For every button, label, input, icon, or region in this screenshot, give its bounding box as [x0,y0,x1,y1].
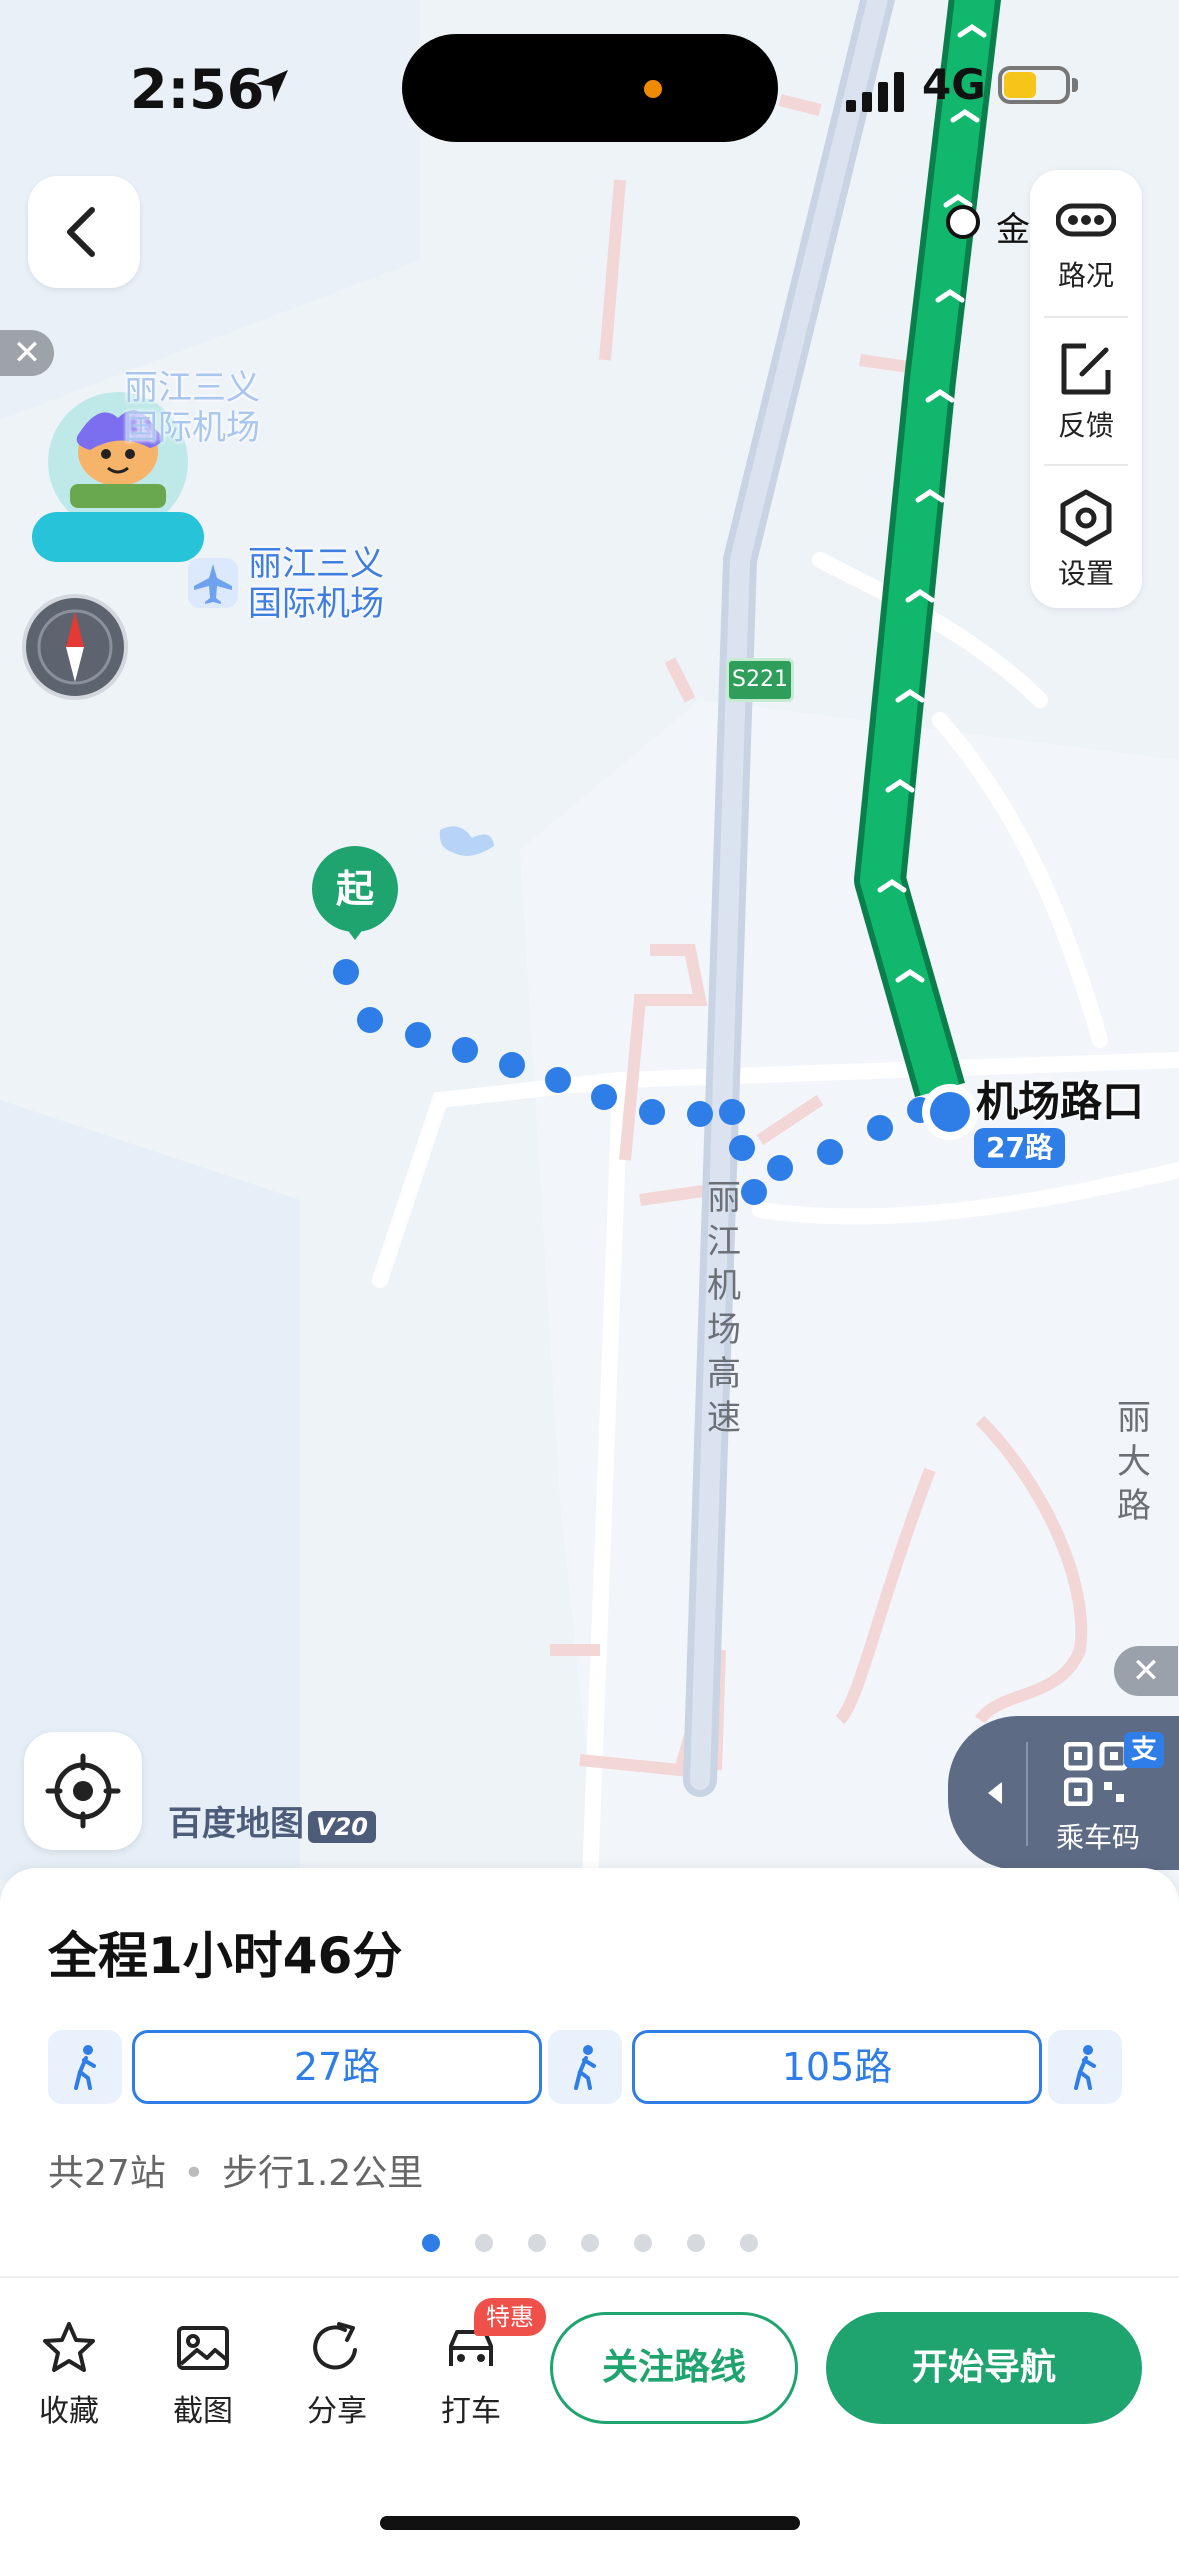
share-button[interactable]: 分享 [282,2310,392,2430]
page-dot[interactable] [475,2234,493,2252]
road-label-lida: 丽大路 [1117,1398,1151,1526]
settings-icon [1060,489,1112,547]
locate-me-button[interactable] [24,1732,142,1850]
ride-code-close-button[interactable]: ✕ [1114,1646,1178,1696]
mascot-close-button[interactable]: ✕ [0,330,54,376]
screenshot-label: 截图 [173,2394,233,2429]
alipay-badge: 支 [1124,1732,1164,1768]
traffic-label: 路况 [1057,259,1114,292]
home-indicator[interactable] [380,2516,800,2530]
page-dot[interactable] [581,2234,599,2252]
walk-icon [1074,2045,1096,2090]
start-navigation-button[interactable]: 开始导航 [826,2312,1142,2424]
traffic-button[interactable]: 路况 [1030,170,1142,310]
network-type: 4G [922,60,986,109]
start-marker[interactable]: 起 [312,846,398,932]
airport-icon [186,556,240,614]
page-dot[interactable] [687,2234,705,2252]
star-icon [43,2322,95,2372]
watermark-version: V20 [308,1811,376,1843]
dynamic-island [402,34,778,142]
favorite-label: 收藏 [39,2394,99,2429]
battery-level [1004,72,1036,98]
bus-segment-105[interactable]: 105路 [632,2030,1042,2104]
walk-distance: 步行1.2公里 [221,2153,424,2194]
status-time: 2:56 [130,58,265,121]
airport-label-faded: 丽江三义 国际机场 [124,368,260,448]
page-dot[interactable] [740,2234,758,2252]
compass-icon [37,609,113,685]
map-tools-panel: 路况 反馈 设置 [1030,170,1142,608]
map-graphics [0,0,1179,1880]
settings-label: 设置 [1057,557,1114,590]
qr-code-icon [1064,1742,1128,1806]
battery-tip [1072,78,1078,92]
route-summary: 共27站 • 步行1.2公里 [48,2153,424,2194]
walk-segment-2[interactable] [548,2030,622,2104]
station-label-jin[interactable]: 金 [996,202,1030,251]
feedback-button[interactable]: 反馈 [1030,320,1142,460]
watermark-text: 百度地图 [168,1804,304,1844]
airport-label[interactable]: 丽江三义 国际机场 [248,544,418,624]
caret-left-icon [988,1782,1002,1804]
screenshot-button[interactable]: 截图 [148,2310,258,2430]
traffic-icon [1056,203,1116,237]
share-label: 分享 [307,2394,367,2429]
page-dot[interactable] [634,2234,652,2252]
feedback-icon [1061,343,1111,395]
stop-name-label[interactable]: 机场路口 [976,1068,1144,1129]
favorite-button[interactable]: 收藏 [14,2310,124,2430]
walk-icon [574,2045,596,2090]
ride-code-button[interactable]: 支 乘车码 [948,1716,1179,1870]
page-dot[interactable] [528,2234,546,2252]
walk-segment-1[interactable] [48,2030,122,2104]
road-shield-s221: S221 [726,658,794,702]
feedback-label: 反馈 [1057,409,1114,442]
map-watermark: 百度地图 V20 [168,1796,376,1845]
walk-segment-3[interactable] [1048,2030,1122,2104]
back-button[interactable] [28,176,140,288]
stops-count: 共27站 [48,2153,166,2194]
image-icon [177,2326,229,2370]
ride-code-label: 乘车码 [1056,1821,1141,1854]
walk-icon [74,2045,96,2090]
stop-route-badge[interactable]: 27路 [974,1128,1065,1168]
follow-route-button[interactable]: 关注路线 [550,2312,798,2424]
settings-button[interactable]: 设置 [1030,468,1142,608]
share-icon [313,2322,357,2370]
route-duration: 全程1小时46分 [48,1927,403,1985]
crosshair-icon [45,1753,121,1829]
taxi-label: 打车 [441,2394,501,2429]
bus-segment-27[interactable]: 27路 [132,2030,542,2104]
compass-button[interactable] [22,594,128,700]
location-arrow-icon [252,66,292,110]
chevron-left-icon [67,207,95,257]
recording-indicator [644,80,662,98]
map-canvas[interactable] [0,0,1179,1880]
sheet-divider [0,2276,1179,2278]
road-label-expressway: 丽江机场高速 [707,1178,741,1438]
taxi-promo-badge: 特惠 [474,2298,546,2336]
cellular-signal-icon [844,70,908,118]
page-dot[interactable] [422,2234,440,2252]
